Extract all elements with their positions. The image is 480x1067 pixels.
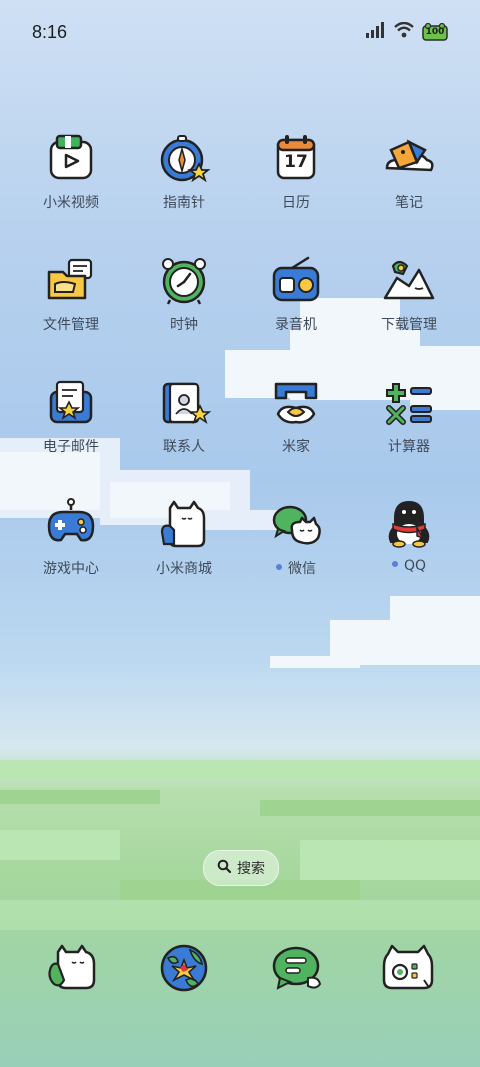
app-label-text: 微信 bbox=[288, 561, 316, 577]
camera-cat-icon bbox=[380, 940, 436, 1000]
signal-icon bbox=[366, 22, 386, 42]
app-calculator[interactable]: 计算器 bbox=[354, 362, 464, 472]
app-recorder[interactable]: 录音机 bbox=[241, 240, 351, 350]
app-qq[interactable]: QQ bbox=[354, 484, 464, 594]
search-icon bbox=[217, 859, 232, 877]
app-mihome[interactable]: 米家 bbox=[241, 362, 351, 472]
clock-time: 8:16 bbox=[32, 22, 68, 42]
app-game-center[interactable]: 游戏中心 bbox=[16, 484, 126, 594]
app-label: 微信 bbox=[241, 558, 351, 578]
new-install-dot bbox=[391, 561, 398, 567]
app-label: 时钟 bbox=[170, 317, 198, 333]
wechat-icon bbox=[268, 496, 324, 552]
calendar-icon: 17 bbox=[268, 130, 324, 186]
app-label: 小米视频 bbox=[43, 195, 99, 211]
app-label: QQ bbox=[354, 558, 464, 574]
status-bar: 8:16 100 bbox=[0, 0, 480, 64]
app-notes[interactable]: 笔记 bbox=[354, 118, 464, 228]
notes-icon bbox=[381, 130, 437, 186]
new-install-dot bbox=[276, 564, 282, 570]
app-label: 录音机 bbox=[275, 317, 317, 333]
app-file-manager[interactable]: 文件管理 bbox=[16, 240, 126, 350]
app-label: 下载管理 bbox=[381, 317, 437, 333]
app-label: 小米商城 bbox=[156, 561, 212, 577]
app-label: 笔记 bbox=[395, 195, 423, 211]
download-icon bbox=[381, 252, 437, 308]
messages-bubble-icon bbox=[268, 940, 324, 1000]
wifi-icon bbox=[394, 21, 414, 42]
clock-icon bbox=[156, 252, 212, 308]
calendar-day: 17 bbox=[284, 152, 308, 172]
app-calendar[interactable]: 17 日历 bbox=[241, 118, 351, 228]
app-mi-store[interactable]: 小米商城 bbox=[129, 484, 239, 594]
status-icons: 100 bbox=[366, 21, 448, 42]
qq-penguin-icon bbox=[381, 496, 437, 552]
phone-cat-icon bbox=[44, 940, 100, 1000]
folder-icon bbox=[43, 252, 99, 308]
app-compass[interactable]: 指南针 bbox=[129, 118, 239, 228]
app-label: 日历 bbox=[282, 195, 310, 211]
calculator-icon bbox=[381, 374, 437, 430]
mi-store-cat-icon bbox=[156, 496, 212, 552]
dock-browser[interactable] bbox=[156, 940, 212, 996]
app-label: 联系人 bbox=[163, 439, 205, 455]
app-label: 文件管理 bbox=[43, 317, 99, 333]
gamepad-icon bbox=[43, 496, 99, 552]
app-label: 计算器 bbox=[388, 439, 430, 455]
browser-globe-icon bbox=[156, 940, 212, 1000]
dock-phone[interactable] bbox=[44, 940, 100, 996]
video-player-icon bbox=[43, 130, 99, 186]
app-wechat[interactable]: 微信 bbox=[241, 484, 351, 594]
compass-icon bbox=[156, 130, 212, 186]
app-contacts[interactable]: 联系人 bbox=[129, 362, 239, 472]
mihome-icon bbox=[268, 374, 324, 430]
contacts-book-icon bbox=[156, 374, 212, 430]
app-mi-video[interactable]: 小米视频 bbox=[16, 118, 126, 228]
dock-messages[interactable] bbox=[268, 940, 324, 996]
search-button[interactable]: 搜索 bbox=[203, 850, 279, 886]
app-label: 米家 bbox=[282, 439, 310, 455]
dock-camera[interactable] bbox=[380, 940, 436, 996]
app-clock[interactable]: 时钟 bbox=[129, 240, 239, 350]
battery-level: 100 bbox=[425, 27, 445, 37]
app-email[interactable]: 电子邮件 bbox=[16, 362, 126, 472]
app-label-text: QQ bbox=[403, 558, 427, 574]
radio-recorder-icon bbox=[268, 252, 324, 308]
mail-icon bbox=[43, 374, 99, 430]
app-label: 指南针 bbox=[163, 195, 205, 211]
app-label: 游戏中心 bbox=[43, 561, 99, 577]
search-label: 搜索 bbox=[237, 861, 265, 877]
app-download-manager[interactable]: 下载管理 bbox=[354, 240, 464, 350]
app-label: 电子邮件 bbox=[43, 439, 99, 455]
battery-icon: 100 bbox=[422, 23, 448, 41]
